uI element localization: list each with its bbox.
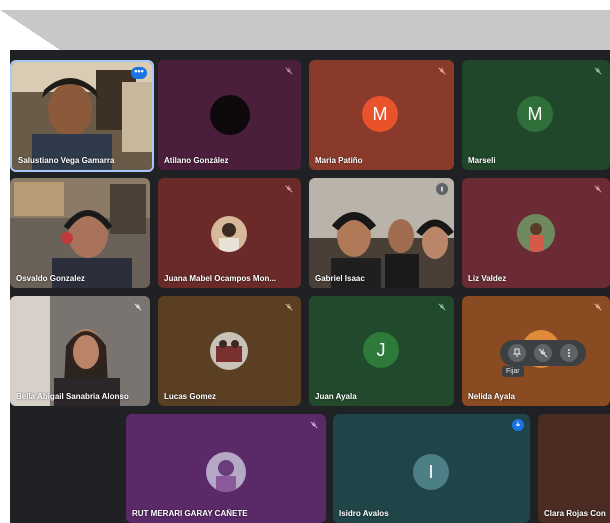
avatar (211, 216, 247, 252)
participant-tile[interactable]: M Maria Patiño (309, 60, 454, 170)
participant-video (10, 178, 150, 288)
participant-name: Osvaldo Gonzalez (16, 274, 85, 283)
pin-tooltip: Fijar (502, 366, 524, 377)
tile-controls (500, 340, 586, 366)
mic-off-icon (592, 65, 604, 77)
participant-tile[interactable]: M Marseli (462, 60, 610, 170)
avatar (517, 214, 555, 252)
participant-name: Isidro Avalos (339, 509, 389, 518)
avatar: J (363, 332, 399, 368)
participant-video (10, 296, 150, 406)
mic-off-icon (132, 301, 144, 313)
mic-off-icon (283, 183, 295, 195)
participant-name: Juana Mabel Ocampos Mon... (164, 274, 277, 283)
mic-off-icon (308, 419, 320, 431)
mic-off-icon (512, 419, 524, 431)
avatar (206, 452, 246, 492)
participant-tile[interactable]: Bella Abigail Sanabria Alonso (10, 296, 150, 406)
participant-tile[interactable]: Osvaldo Gonzalez (10, 178, 150, 288)
participant-name: Atilano González (164, 156, 229, 165)
participant-grid: ••• Salustiano Vega Gamarra Atilano Gonz… (10, 50, 610, 523)
participant-name: Liz Valdez (468, 274, 507, 283)
participant-name: Gabriel Isaac (315, 274, 365, 283)
participant-name: Nelida Ayala (468, 392, 515, 401)
participant-name: Bella Abigail Sanabria Alonso (16, 392, 129, 401)
participant-tile[interactable]: Juana Mabel Ocampos Mon... (158, 178, 301, 288)
pin-icon[interactable] (508, 344, 526, 362)
participant-tile[interactable]: J Juan Ayala (309, 296, 454, 406)
participant-name: Juan Ayala (315, 392, 357, 401)
mic-off-icon (592, 301, 604, 313)
mute-participant-button[interactable] (534, 344, 552, 362)
participant-tile[interactable]: ••• Salustiano Vega Gamarra (10, 60, 154, 172)
more-options-icon[interactable] (560, 344, 578, 362)
mic-on-icon (436, 183, 448, 195)
avatar: M (517, 96, 553, 132)
avatar: I (413, 454, 449, 490)
avatar: M (362, 96, 398, 132)
participant-video (12, 62, 152, 170)
mic-off-icon (283, 301, 295, 313)
participant-name: Salustiano Vega Gamarra (18, 156, 115, 165)
participant-name: Lucas Gomez (164, 392, 217, 401)
avatar (210, 332, 248, 370)
participant-name: Maria Patiño (315, 156, 363, 165)
mic-off-icon (436, 301, 448, 313)
participant-video (309, 178, 454, 288)
participant-tile[interactable]: Lucas Gomez (158, 296, 301, 406)
participant-tile[interactable]: RUT MERARI GARAY CAÑETE (126, 414, 326, 523)
participant-tile[interactable]: I Isidro Avalos (333, 414, 530, 523)
participant-tile[interactable]: Fijar Nelida Ayala (462, 296, 610, 406)
participant-tile[interactable]: Gabriel Isaac (309, 178, 454, 288)
mic-off-icon (436, 65, 448, 77)
more-options-button[interactable]: ••• (131, 67, 147, 79)
mic-off-icon (283, 65, 295, 77)
mic-off-icon (592, 183, 604, 195)
participant-tile[interactable]: Clara Rojas Con (538, 414, 610, 523)
participant-name: Clara Rojas Con (544, 509, 606, 518)
participant-tile[interactable]: Liz Valdez (462, 178, 610, 288)
participant-tile[interactable]: Atilano González (158, 60, 301, 170)
avatar (210, 95, 250, 135)
participant-name: Marseli (468, 156, 496, 165)
participant-name: RUT MERARI GARAY CAÑETE (132, 509, 248, 518)
